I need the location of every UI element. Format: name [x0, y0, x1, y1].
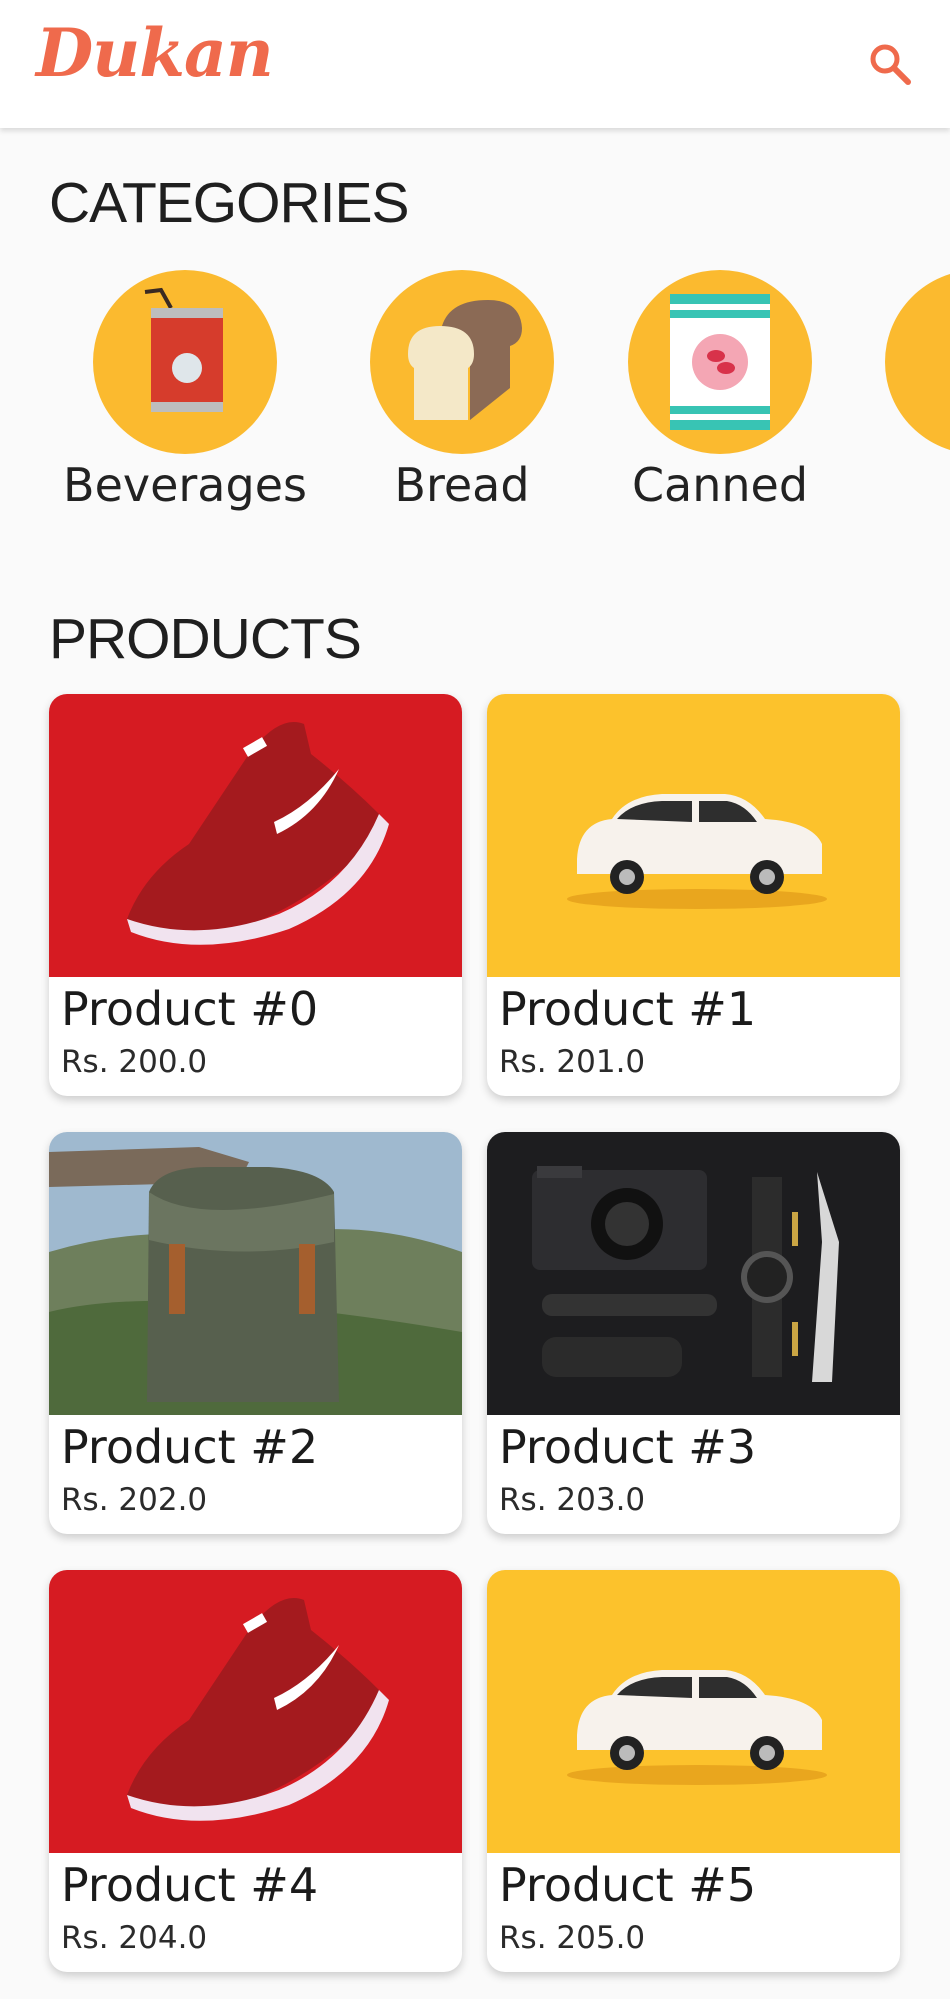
category-canned[interactable]: Canned — [595, 270, 845, 512]
bread-icon — [408, 300, 522, 420]
product-image — [487, 1570, 900, 1853]
category-label: Canned — [631, 458, 809, 512]
category-bread[interactable]: Bread — [337, 270, 587, 512]
product-name: Product #2 — [61, 1420, 319, 1474]
product-card[interactable]: Product #1 Rs. 201.0 — [487, 694, 900, 1096]
camera-flatlay-photo — [487, 1132, 900, 1415]
product-image — [487, 694, 900, 977]
red-sneaker-photo — [49, 694, 462, 977]
category-label: Bread — [394, 458, 530, 512]
red-sneaker-photo — [49, 1570, 462, 1853]
product-name: Product #5 — [499, 1858, 757, 1912]
category-label: Beverages — [63, 458, 307, 512]
product-image — [49, 694, 462, 977]
product-card[interactable]: Product #3 Rs. 203.0 — [487, 1132, 900, 1534]
categories-list[interactable]: Beverages Bread Canned — [0, 270, 950, 540]
category-beverages[interactable]: Beverages — [60, 270, 310, 512]
toy-car-photo — [487, 694, 900, 977]
product-price: Rs. 202.0 — [61, 1482, 208, 1518]
category-partial[interactable] — [885, 270, 950, 454]
product-card[interactable]: Product #5 Rs. 205.0 — [487, 1570, 900, 1972]
product-price: Rs. 205.0 — [499, 1920, 646, 1956]
product-card[interactable]: Product #0 Rs. 200.0 — [49, 694, 462, 1096]
search-button[interactable] — [860, 34, 920, 94]
categories-title: CATEGORIES — [49, 171, 409, 235]
app-logo: Dukan — [36, 14, 274, 92]
canned-food-icon — [670, 294, 770, 430]
product-price: Rs. 201.0 — [499, 1044, 646, 1080]
soda-can-icon — [144, 287, 223, 412]
product-card[interactable]: Product #2 Rs. 202.0 — [49, 1132, 462, 1534]
product-price: Rs. 203.0 — [499, 1482, 646, 1518]
search-icon — [870, 44, 911, 85]
product-name: Product #1 — [499, 982, 757, 1036]
product-image — [49, 1132, 462, 1415]
backpack-photo — [49, 1132, 462, 1415]
product-image — [49, 1570, 462, 1853]
app-bar: Dukan — [0, 0, 950, 128]
product-name: Product #4 — [61, 1858, 319, 1912]
product-image — [487, 1132, 900, 1415]
product-price: Rs. 204.0 — [61, 1920, 208, 1956]
product-name: Product #3 — [499, 1420, 757, 1474]
product-price: Rs. 200.0 — [61, 1044, 208, 1080]
product-name: Product #0 — [61, 982, 319, 1036]
product-card[interactable]: Product #4 Rs. 204.0 — [49, 1570, 462, 1972]
products-title: PRODUCTS — [49, 607, 362, 671]
toy-car-photo — [487, 1570, 900, 1853]
